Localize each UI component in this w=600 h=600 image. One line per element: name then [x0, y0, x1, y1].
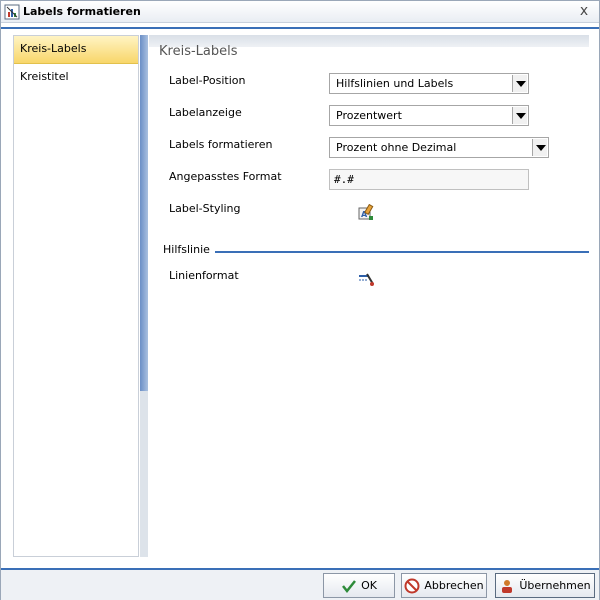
label-styling-label: Label-Styling — [169, 202, 241, 215]
nav-item-kreis-labels[interactable]: Kreis-Labels — [14, 36, 138, 64]
format-labels-value: Prozent ohne Dezimal — [336, 141, 457, 154]
cancel-button-label: Abbrechen — [424, 579, 484, 592]
chevron-down-icon[interactable] — [512, 75, 527, 92]
nav-panel: Kreis-Labels Kreistitel — [13, 35, 139, 557]
chevron-down-icon[interactable] — [532, 139, 547, 156]
window-title: Labels formatieren — [23, 5, 141, 18]
label-display-value: Prozentwert — [336, 109, 402, 122]
label-display-select[interactable]: Prozentwert — [329, 105, 529, 126]
label-position-label: Label-Position — [169, 74, 246, 87]
custom-format-input[interactable]: #.# — [329, 169, 529, 190]
title-bar: Labels formatieren x — [1, 1, 599, 23]
chart-icon — [4, 4, 20, 20]
guide-line-divider — [215, 251, 589, 253]
user-icon — [502, 579, 513, 593]
header-divider — [1, 27, 599, 29]
format-labels-label: Labels formatieren — [169, 138, 273, 151]
content-panel: Kreis-Labels Label-Position Hilfslinien … — [149, 35, 589, 557]
guide-line-title: Hilfslinie — [163, 243, 210, 256]
label-display-label: Labelanzeige — [169, 106, 242, 119]
checkmark-icon — [342, 579, 357, 593]
format-labels-dialog: Labels formatieren x Kreis-Labels Kreist… — [0, 0, 600, 600]
cancel-icon — [404, 578, 420, 593]
ok-button-label: OK — [361, 579, 377, 592]
label-position-value: Hilfslinien und Labels — [336, 77, 454, 90]
nav-separator-accent — [140, 35, 148, 391]
nav-item-kreistitel[interactable]: Kreistitel — [14, 64, 138, 92]
line-format-label: Linienformat — [169, 269, 239, 282]
section-title: Kreis-Labels — [159, 44, 238, 59]
close-button[interactable]: x — [577, 4, 591, 18]
label-position-select[interactable]: Hilfslinien und Labels — [329, 73, 529, 94]
ok-button[interactable]: OK — [323, 573, 395, 598]
chevron-down-icon[interactable] — [512, 107, 527, 124]
custom-format-label: Angepasstes Format — [169, 170, 282, 183]
apply-button[interactable]: Übernehmen — [495, 573, 595, 598]
format-labels-select[interactable]: Prozent ohne Dezimal — [329, 137, 549, 158]
line-format-icon[interactable] — [357, 270, 375, 288]
paint-style-icon[interactable]: A — [357, 204, 375, 222]
cancel-button[interactable]: Abbrechen — [401, 573, 487, 598]
apply-button-label: Übernehmen — [519, 579, 591, 592]
